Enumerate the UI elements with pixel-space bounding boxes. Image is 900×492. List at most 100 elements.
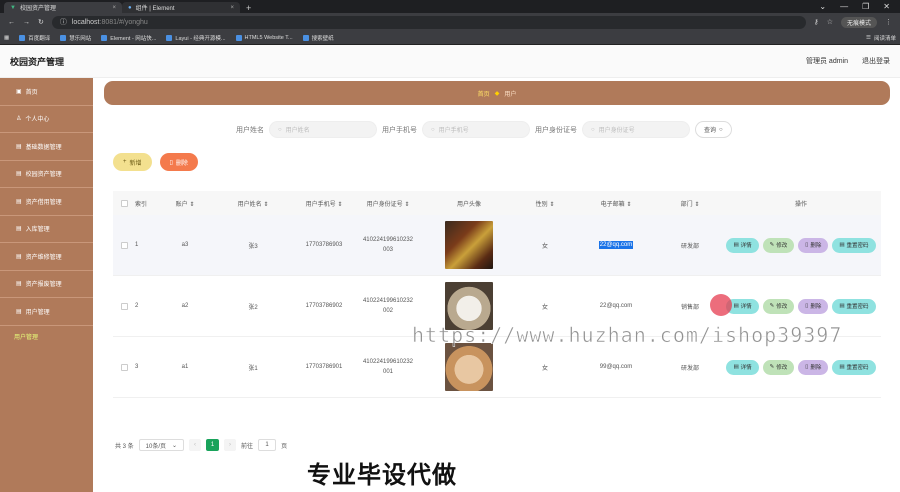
page-number-current[interactable]: 1 <box>206 439 220 451</box>
search-phone-input[interactable]: ○ 用户手机号 <box>422 121 530 138</box>
bookmark[interactable]: 百度翻译 <box>19 34 50 42</box>
reset-password-button[interactable]: ▤ 重置密码 <box>832 298 876 314</box>
col-avatar: 用户头像 <box>456 201 481 208</box>
col-name[interactable]: 用户姓名 ⇕ <box>213 199 293 208</box>
reset-password-button[interactable]: ▤ 重置密码 <box>832 359 876 375</box>
sidebar-item-stock-in[interactable]: ▤ 入库管理 <box>0 216 93 243</box>
row-checkbox[interactable] <box>120 363 128 371</box>
edit-icon: ✎ <box>769 364 775 370</box>
col-dept[interactable]: 部门 ⇕ <box>659 199 721 208</box>
sort-icon[interactable]: ⇕ <box>263 202 268 208</box>
url-field[interactable]: ⓘ localhost:8081/#/yonghu <box>51 15 806 29</box>
sidebar-item-assets[interactable]: ▤ 校园资产管理 <box>0 161 93 188</box>
app-header: 校园资产管理 管理员 admin 退出登录 <box>0 45 900 78</box>
logout-link[interactable]: 退出登录 <box>862 56 890 66</box>
row-checkbox[interactable] <box>120 302 128 310</box>
browser-tab-active[interactable]: ▼ 校园资产管理 × <box>4 2 122 13</box>
star-icon[interactable]: ☆ <box>827 18 833 26</box>
forward-icon[interactable]: → <box>23 19 30 26</box>
view-icon: ▤ <box>733 303 739 309</box>
bookmark-icon <box>235 34 242 41</box>
row-actions: ▤ 详情 ✎ 修改 ▯ 删除 ▤ 重置密码 <box>721 359 881 375</box>
col-gender[interactable]: 性别 ⇕ <box>517 199 573 208</box>
close-icon[interactable]: × <box>112 5 116 11</box>
apps-icon[interactable]: ▦ <box>4 35 9 41</box>
cell-idcard: 410224199610232 003 <box>362 237 414 253</box>
bookmark-icon <box>19 34 26 41</box>
reset-password-button[interactable]: ▤ 重置密码 <box>832 237 876 253</box>
user-avatar-image[interactable] <box>445 221 493 269</box>
batch-delete-button[interactable]: ▯ 删除 <box>159 153 198 171</box>
edit-button[interactable]: ✎ 修改 <box>762 298 795 314</box>
address-bar: ← → ↻ ⓘ localhost:8081/#/yonghu ⚷ ☆ 无痕模式… <box>0 13 900 31</box>
bookmark[interactable]: 慧乐网站 <box>60 34 91 42</box>
sort-icon[interactable]: ⇕ <box>626 202 631 208</box>
profile-badge[interactable]: 无痕模式 <box>840 16 877 28</box>
view-button[interactable]: ▤ 详情 <box>726 237 759 253</box>
sidebar-item-home[interactable]: ▣ 首页 <box>0 78 93 106</box>
close-window-icon[interactable]: ✕ <box>883 2 890 11</box>
bookmark[interactable]: Layui - 经典开源模... <box>166 34 226 42</box>
delete-button[interactable]: ▯ 删除 <box>798 237 829 253</box>
search-name-input[interactable]: ○ 用户姓名 <box>269 121 377 138</box>
browser-tab[interactable]: ● 组件 | Element × <box>122 2 240 13</box>
grid-icon: ▤ <box>16 281 22 288</box>
query-button[interactable]: 查询 ○ <box>695 121 732 138</box>
search-icon: ○ <box>431 126 435 133</box>
prev-page-button[interactable]: ‹ <box>189 439 202 451</box>
next-page-button[interactable]: › <box>224 439 237 451</box>
sort-icon[interactable]: ⇕ <box>404 202 409 208</box>
sort-icon[interactable]: ⇕ <box>549 202 554 208</box>
sidebar-item-basic-data[interactable]: ▤ 基础数据管理 <box>0 133 93 161</box>
search-id-input[interactable]: ○ 用户身份证号 <box>582 121 690 138</box>
view-button[interactable]: ▤ 详情 <box>726 359 759 375</box>
reload-icon[interactable]: ↻ <box>38 18 44 26</box>
chevron-down-icon: ⌄ <box>172 442 178 449</box>
key-icon: ▤ <box>839 364 845 370</box>
sidebar-subitem-users[interactable]: 用户管理 <box>0 326 93 348</box>
chevron-left-icon: ‹ <box>194 442 197 448</box>
globe-icon: ● <box>128 4 132 11</box>
user-avatar-image[interactable] <box>445 343 493 391</box>
sidebar-item-profile[interactable]: ♙ 个人中心 <box>0 106 93 133</box>
bookmark[interactable]: HTML5 Website T... <box>235 34 293 41</box>
chevron-down-icon[interactable]: ⌄ <box>819 2 826 11</box>
key-icon[interactable]: ⚷ <box>814 18 819 26</box>
edit-button[interactable]: ✎ 修改 <box>762 359 795 375</box>
sidebar-item-users[interactable]: ▤ 用户管理 <box>0 298 93 326</box>
trash-icon: ▯ <box>169 159 173 166</box>
reading-list[interactable]: ☰ 阅读清单 <box>866 34 896 42</box>
bookmark[interactable]: 搜索壁纸 <box>302 34 334 42</box>
delete-button[interactable]: ▯ 删除 <box>798 359 829 375</box>
menu-icon[interactable]: ⋮ <box>885 18 892 26</box>
edit-button[interactable]: ✎ 修改 <box>762 237 795 253</box>
cell-gender: 女 <box>541 365 548 372</box>
back-icon[interactable]: ← <box>8 19 15 26</box>
breadcrumb-home[interactable]: 首页 <box>478 89 490 98</box>
new-tab-icon[interactable]: + <box>240 3 257 13</box>
sidebar-item-borrow[interactable]: ▤ 资产借用管理 <box>0 188 93 216</box>
sort-icon[interactable]: ⇕ <box>337 202 342 208</box>
goto-page-input[interactable]: 1 <box>258 439 277 451</box>
col-email[interactable]: 电子邮箱 ⇕ <box>573 199 659 208</box>
row-checkbox[interactable] <box>120 241 128 249</box>
sort-icon[interactable]: ⇕ <box>189 202 194 208</box>
table-row[interactable]: 1 a3 张3 17703786903 410224199610232 003 … <box>113 215 881 276</box>
delete-button[interactable]: ▯ 删除 <box>798 298 829 314</box>
bookmark[interactable]: Element - 网站快... <box>101 34 156 42</box>
col-phone[interactable]: 用户手机号 ⇕ <box>293 199 355 208</box>
close-icon[interactable]: × <box>230 5 234 11</box>
col-account[interactable]: 账户 ⇕ <box>157 199 213 208</box>
add-button[interactable]: + 新增 <box>113 153 152 171</box>
sidebar-item-repair[interactable]: ▤ 资产维修管理 <box>0 243 93 271</box>
cell-gender: 女 <box>541 243 548 250</box>
col-idcard[interactable]: 用户身份证号 ⇕ <box>355 199 421 208</box>
select-all-checkbox[interactable] <box>120 199 128 207</box>
restore-icon[interactable]: ❐ <box>862 2 869 11</box>
minimize-icon[interactable]: — <box>840 2 848 11</box>
sidebar-item-scrap[interactable]: ▤ 资产报废管理 <box>0 271 93 298</box>
trash-icon: ▯ <box>805 364 809 370</box>
col-index: 索引 <box>135 201 148 208</box>
page-size-select[interactable]: 10条/页 ⌄ <box>138 439 185 451</box>
sort-icon[interactable]: ⇕ <box>694 202 699 208</box>
